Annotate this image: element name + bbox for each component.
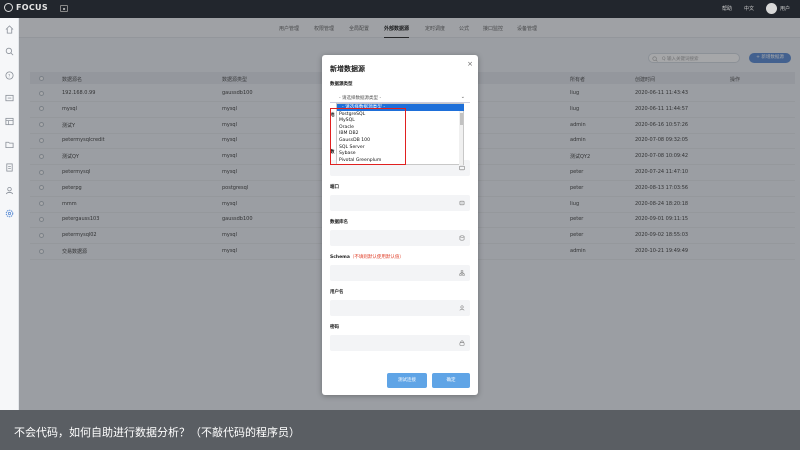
app-logo: FOCUS (4, 3, 48, 12)
user-name: 用户 (779, 6, 790, 12)
help-icon[interactable]: ? (5, 71, 14, 80)
lock-icon (459, 340, 465, 346)
folder-icon[interactable] (5, 140, 14, 149)
port-label: 端口 (330, 185, 339, 190)
highlight-box (330, 108, 406, 165)
monitor-icon[interactable] (5, 94, 14, 103)
close-icon[interactable]: × (467, 60, 473, 68)
home-icon[interactable] (5, 25, 14, 34)
help-link[interactable]: 帮助 (722, 5, 732, 12)
settings-icon[interactable] (5, 209, 14, 218)
schema-field[interactable] (330, 265, 470, 281)
caption-text: 不会代码，如何自助进行数据分析？（不敲代码的程序员） (14, 426, 300, 439)
app-name: FOCUS (16, 3, 48, 12)
user-icon[interactable] (5, 186, 14, 195)
top-bar: FOCUS ▪ 帮助 中文 用户 (0, 0, 800, 18)
database-name-label: 数据库名 (330, 220, 348, 225)
user-icon (459, 305, 465, 311)
port-field[interactable] (330, 195, 470, 211)
datasource-type-label: 数据源类型 (330, 82, 353, 87)
port-icon (459, 200, 465, 206)
scrollbar-thumb[interactable] (459, 113, 463, 125)
language-switch[interactable]: 中文 (744, 5, 754, 12)
dialog-title: 新增数据源 (330, 65, 365, 73)
chevron-down-icon: ⌄ (460, 94, 465, 100)
user-menu[interactable]: 用户 (765, 3, 790, 14)
username-label: 用户名 (330, 290, 344, 295)
schema-label: Schema（不填则默认使用默认值） (330, 254, 404, 260)
username-field[interactable] (330, 300, 470, 316)
caption-bar: 不会代码，如何自助进行数据分析？（不敲代码的程序员） (0, 410, 800, 450)
logo-mark-icon (4, 3, 13, 12)
schema-label-text: Schema (330, 255, 350, 260)
confirm-button[interactable]: 确定 (432, 373, 470, 388)
table-icon[interactable] (5, 117, 14, 126)
database-icon (459, 235, 465, 241)
document-icon[interactable] (5, 163, 14, 172)
database-name-field[interactable] (330, 230, 470, 246)
schema-icon (459, 270, 465, 276)
password-field[interactable] (330, 335, 470, 351)
avatar[interactable] (765, 3, 777, 14)
select-value: - 请选择数据源类型 - (339, 96, 382, 101)
test-connection-button[interactable]: 测试连接 (387, 373, 427, 388)
panel-toggle-icon[interactable]: ▪ (60, 5, 68, 12)
password-label: 密码 (330, 325, 339, 330)
dropdown-scrollbar[interactable] (459, 111, 463, 165)
search-icon[interactable] (5, 47, 14, 56)
schema-hint: （不填则默认使用默认值） (349, 255, 404, 260)
server-icon (459, 165, 465, 171)
sidebar: ? (0, 18, 19, 410)
datasource-type-select[interactable]: - 请选择数据源类型 - ⌄ (330, 94, 470, 103)
svg-text:?: ? (8, 73, 11, 79)
